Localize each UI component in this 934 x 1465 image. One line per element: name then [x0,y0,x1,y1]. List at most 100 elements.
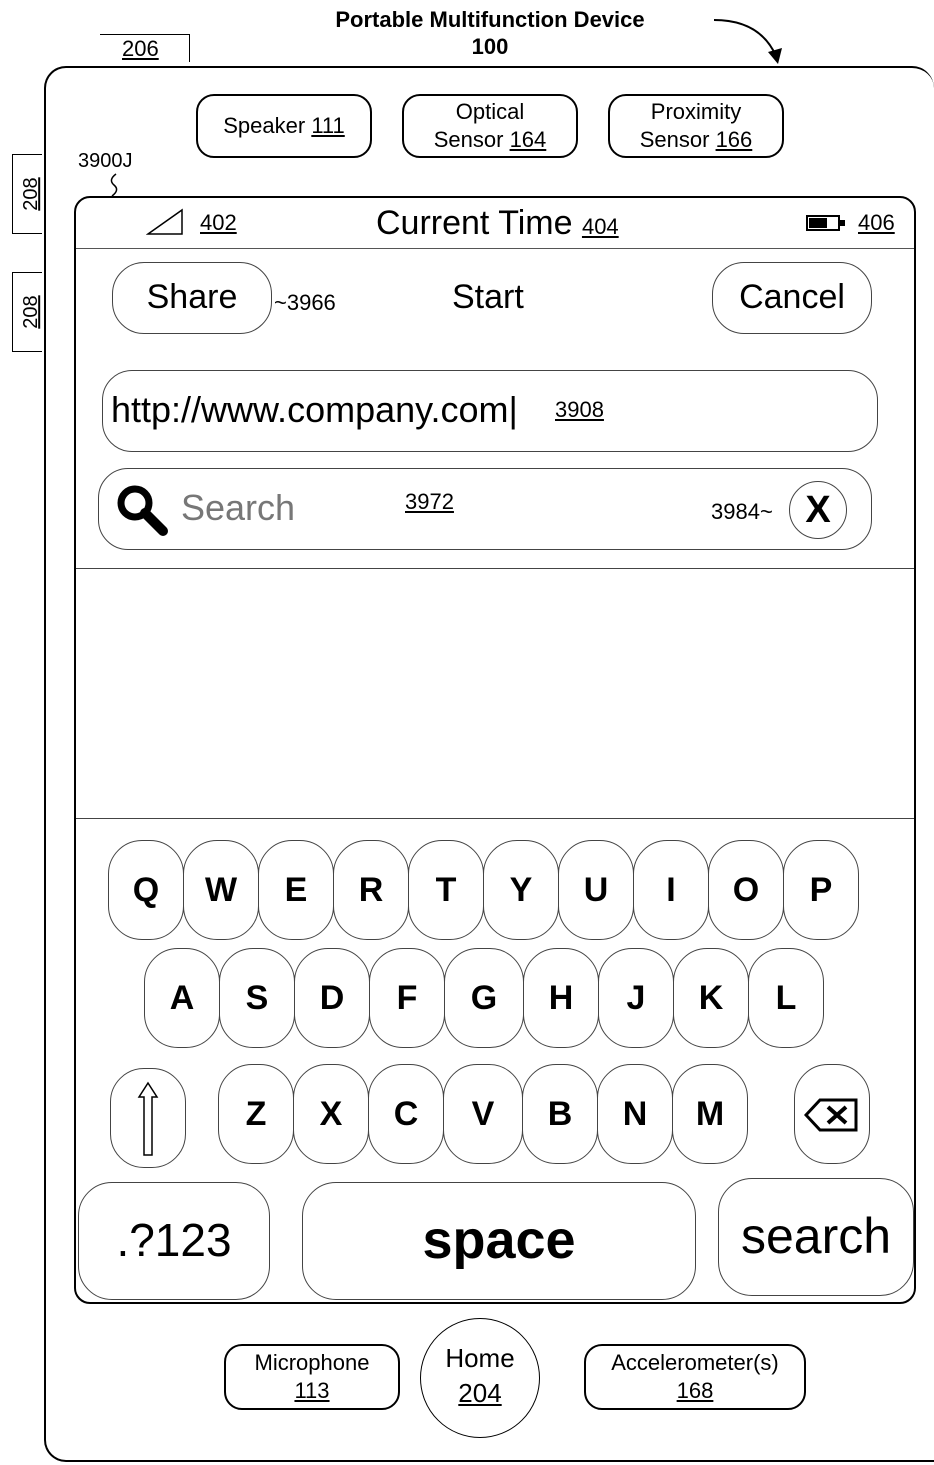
optical-sensor-component: Optical Sensor 164 [402,94,578,158]
key-x[interactable]: X [293,1064,369,1164]
speaker-component: Speaker 111 [196,94,372,158]
side-button-ref-2: 208 [12,272,42,352]
optical-sensor-ref: 164 [509,127,547,152]
ref-206-label: 206 [100,34,190,62]
key-q-label: Q [132,871,160,909]
key-z[interactable]: Z [218,1064,294,1164]
key-y-label: Y [509,871,533,909]
shift-key[interactable] [110,1068,186,1168]
key-m[interactable]: M [672,1064,748,1164]
key-h[interactable]: H [523,948,599,1048]
proximity-sensor-label-2: Sensor [639,127,710,152]
key-e-label: E [284,871,308,909]
current-time-text: Current Time [376,204,573,242]
url-field[interactable]: http://www.company.com| 3908 [102,370,878,452]
key-b[interactable]: B [522,1064,598,1164]
key-n[interactable]: N [597,1064,673,1164]
key-r[interactable]: R [333,840,409,940]
key-u[interactable]: U [558,840,634,940]
shift-arrow-icon [137,1081,159,1156]
backspace-key[interactable] [794,1064,870,1164]
proximity-sensor-ref: 166 [715,127,753,152]
microphone-label: Microphone [254,1350,370,1375]
key-l[interactable]: L [748,948,824,1048]
key-h-label: H [548,979,574,1017]
current-time-ref: 404 [581,214,619,239]
key-k-label: K [698,979,724,1017]
device-title-ref: 100 [471,34,509,59]
key-z-label: Z [245,1095,267,1133]
cancel-button[interactable]: Cancel [712,262,872,334]
proximity-sensor-label-1: Proximity [650,99,742,124]
proximity-sensor-component: Proximity Sensor 166 [608,94,784,158]
key-k[interactable]: K [673,948,749,1048]
key-s[interactable]: S [219,948,295,1048]
search-field-ref: 3972 [405,489,454,514]
battery-icon [806,215,845,231]
share-button[interactable]: Share [112,262,272,334]
side-ref-2-text: 208 [20,295,43,329]
touch-screen: 402 Current Time 404 406 Share ~3966 Sta… [74,196,916,1304]
home-button[interactable]: Home 204 [420,1318,540,1438]
key-m-label: M [695,1095,725,1133]
device-title: Portable Multifunction Device 100 [280,6,700,60]
key-u-label: U [583,871,609,909]
key-v[interactable]: V [443,1064,523,1164]
optical-sensor-label-2: Sensor [433,127,504,152]
key-t-label: T [435,871,457,909]
backspace-icon [803,1098,858,1132]
accelerometer-ref: 168 [676,1378,714,1403]
numbers-key[interactable]: .?123 [78,1182,270,1300]
key-x-label: X [319,1095,343,1133]
search-field[interactable]: Search 3972 3984~ X [98,468,872,550]
search-icon [117,485,168,536]
key-n-label: N [622,1095,648,1133]
key-d-label: D [319,979,345,1017]
key-o[interactable]: O [708,840,784,940]
key-i-label: I [666,871,676,909]
key-q[interactable]: Q [108,840,184,940]
clear-search-label: X [805,489,831,531]
optical-sensor-label-1: Optical [455,99,525,124]
microphone-component: Microphone 113 [224,1344,400,1410]
url-field-ref: 3908 [555,397,604,422]
battery-ref: 406 [858,210,895,235]
key-r-label: R [358,871,384,909]
key-f[interactable]: F [369,948,445,1048]
device-title-line1: Portable Multifunction Device [335,7,645,32]
key-j[interactable]: J [598,948,674,1048]
key-p[interactable]: P [783,840,859,940]
search-key-label: search [740,1208,892,1264]
url-field-value: http://www.company.com| [111,389,518,430]
home-button-ref: 204 [458,1378,502,1408]
space-key[interactable]: space [302,1182,696,1300]
cancel-button-label: Cancel [739,278,845,316]
key-a-label: A [169,979,195,1017]
search-key[interactable]: search [718,1178,914,1296]
speaker-ref: 111 [311,113,345,138]
key-p-label: P [809,871,833,909]
key-t[interactable]: T [408,840,484,940]
space-key-label: space [422,1210,576,1270]
microphone-ref: 113 [294,1378,330,1403]
key-g[interactable]: G [444,948,524,1048]
status-bar: 402 Current Time 404 406 [76,198,914,249]
key-y[interactable]: Y [483,840,559,940]
numbers-key-label: .?123 [116,1214,232,1266]
key-d[interactable]: D [294,948,370,1048]
clear-search-button[interactable]: X [789,481,847,539]
key-c[interactable]: C [368,1064,444,1164]
key-w[interactable]: W [183,840,259,940]
screen-ref-text: 3900J [78,150,133,172]
accelerometer-label: Accelerometer(s) [611,1350,779,1375]
key-g-label: G [470,979,498,1017]
key-j-label: J [626,979,646,1017]
key-a[interactable]: A [144,948,220,1048]
squiggle-leader-icon [110,173,118,197]
share-button-ref: ~3966 [274,290,336,315]
content-divider-top [76,568,914,569]
key-e[interactable]: E [258,840,334,940]
key-i[interactable]: I [633,840,709,940]
current-time: Current Time 404 [376,204,619,243]
screen-ref-label: 3900J [78,150,133,173]
